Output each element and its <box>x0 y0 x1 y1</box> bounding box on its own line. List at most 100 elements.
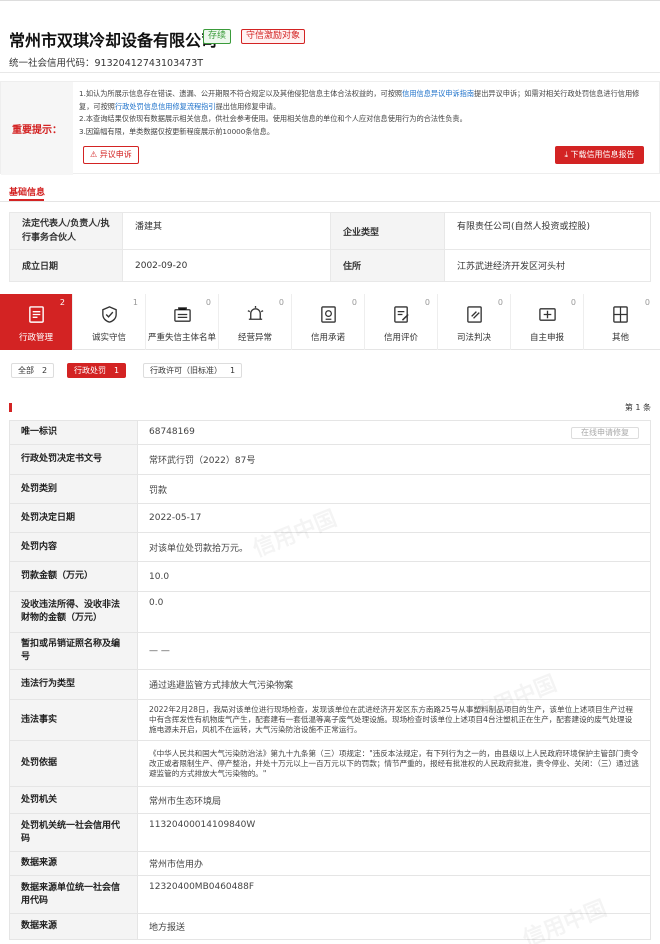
company-type-label: 企业类型 <box>330 212 445 250</box>
row-value: 地方报送 <box>137 913 651 940</box>
row-label: 处罚内容 <box>9 532 138 562</box>
notice-line-1: 1.如认为所展示信息存在错误、遗漏、公开期限不符合规定以及其他侵犯信息主体合法权… <box>79 88 653 113</box>
row-label: 数据来源单位统一社会信用代码 <box>9 875 138 914</box>
appeal-guide-link[interactable]: 信用信息异议申诉指南 <box>402 89 474 98</box>
appeal-button-label: 异议申诉 <box>99 150 132 159</box>
row-label: 行政处罚决定书文号 <box>9 444 138 475</box>
filter-count: 2 <box>42 366 48 375</box>
tab-declare[interactable]: 0 自主申报 <box>511 294 584 350</box>
record-count: 第 1 条 <box>624 403 651 412</box>
tab-judgement[interactable]: 0 司法判决 <box>438 294 511 350</box>
address-value: 江苏武进经济开发区河头村 <box>444 249 651 282</box>
filter-license[interactable]: 行政许可（旧标准） 1 <box>143 363 243 378</box>
notice-line-3: 3.因篇幅有限，单类数据仅按更新程度展示前10000条信息。 <box>79 126 275 136</box>
row-value: 《中华人民共和国大气污染防治法》第九十九条第（三）项规定："违反本法规定，有下列… <box>137 740 651 787</box>
appeal-button[interactable]: ⚠ 异议申诉 <box>83 146 139 164</box>
tab-other[interactable]: 0 其他 <box>584 294 657 350</box>
alarm-icon <box>247 305 264 320</box>
tab-label: 经营异常 <box>237 333 272 343</box>
repair-guide-link[interactable]: 行政处罚信息信用修复流程指引 <box>115 102 216 111</box>
tab-abnormal[interactable]: 0 经营异常 <box>219 294 292 350</box>
row-label: 没收违法所得、没收非法财物的金额（万元） <box>9 591 138 633</box>
incentive-badge[interactable]: 守信激励对象 <box>241 29 306 44</box>
download-button-label: 下载信用信息报告 <box>570 150 635 159</box>
tab-label: 其他 <box>611 333 629 343</box>
declare-icon <box>539 308 556 321</box>
row-value: 常州市信用办 <box>137 851 651 876</box>
table-row: 数据来源单位统一社会信用代码 12320400MB0460488F <box>9 875 651 914</box>
appeal-icon: ⚠ <box>90 150 100 159</box>
tab-count: 0 <box>644 298 650 307</box>
blacklist-icon <box>174 307 191 322</box>
other-icon <box>613 306 628 323</box>
filter-count: 1 <box>230 366 236 375</box>
row-label: 违法事实 <box>9 699 138 741</box>
row-value: 12320400MB0460488F <box>137 875 651 914</box>
row-label: 数据来源 <box>9 851 138 876</box>
tab-label: 行政管理 <box>18 333 53 343</box>
tab-label: 信用承诺 <box>310 333 345 343</box>
tab-honesty[interactable]: 1 诚实守信 <box>73 294 146 350</box>
row-label: 处罚类别 <box>9 474 138 504</box>
tab-blacklist[interactable]: 0 严重失信主体名单 <box>146 294 219 350</box>
tab-evaluation[interactable]: 0 信用评价 <box>365 294 438 350</box>
table-row: 处罚机关 常州市生态环境局 <box>9 786 651 814</box>
row-label: 处罚决定日期 <box>9 503 138 533</box>
company-type-value: 有限责任公司(自然人投资或控股) <box>444 212 651 250</box>
online-repair-button[interactable]: 在线申请修复 <box>571 426 639 439</box>
table-row: 数据来源 地方报送 <box>9 913 651 940</box>
tab-count: 0 <box>497 298 503 307</box>
tab-count: 0 <box>205 298 211 307</box>
basic-info-table: 法定代表人/负责人/执行事务合伙人 潘建其 企业类型 有限责任公司(自然人投资或… <box>9 212 651 282</box>
established-value: 2002-09-20 <box>122 249 331 282</box>
row-label: 违法行为类型 <box>9 669 138 700</box>
notice-text-part: 提出信用修复申请。 <box>215 101 281 111</box>
tab-label: 信用评价 <box>383 333 418 343</box>
filter-penalty[interactable]: 行政处罚 1 <box>67 363 127 378</box>
evaluation-icon <box>394 306 409 323</box>
row-value: 罚款 <box>137 474 651 504</box>
table-row: 罚款金额（万元） 10.0 <box>9 561 651 592</box>
legal-rep-label: 法定代表人/负责人/执行事务合伙人 <box>9 212 123 250</box>
row-value: 10.0 <box>137 561 651 592</box>
row-value: 常州市生态环境局 <box>137 786 651 814</box>
filter-label: 全部 <box>18 366 34 375</box>
row-value: 68748169 在线申请修复 <box>137 420 651 445</box>
row-label: 罚款金额（万元） <box>9 561 138 592</box>
commitment-icon <box>321 306 336 323</box>
section-title-basic: 基础信息 <box>9 188 46 198</box>
table-row: 处罚内容 对该单位处罚款拾万元。 <box>9 532 651 562</box>
row-value: 通过逃避监管方式排放大气污染物案 <box>137 669 651 700</box>
notice-line-2: 2.本查询结果仅依现有数据展示相关信息，供社会参考使用。使用相关信息的单位和个人… <box>79 114 467 123</box>
notice-text-part: 1.如认为所展示信息存在错误、遗漏、公开期限不符合规定以及其他侵犯信息主体合法权… <box>79 89 403 98</box>
table-row: 处罚机关统一社会信用代码 11320400014109840W <box>9 813 651 852</box>
record-marker <box>9 403 12 412</box>
tab-label: 严重失信主体名单 <box>147 333 216 343</box>
row-value: — — <box>137 632 651 670</box>
tab-count: 0 <box>424 298 430 307</box>
row-value: 2022-05-17 <box>137 503 651 533</box>
tab-count: 1 <box>132 298 138 307</box>
download-report-button[interactable]: ⤓ 下载信用信息报告 <box>555 146 644 164</box>
notice-label: 重要提示： <box>1 82 73 175</box>
filter-label: 行政处罚 <box>74 366 106 375</box>
row-value: 0.0 <box>137 591 651 633</box>
divider <box>0 201 660 202</box>
table-row: 违法事实 2022年2月28日，我局对该单位进行现场检查，发现该单位在武进经济开发… <box>9 699 651 741</box>
tab-count: 2 <box>59 298 65 307</box>
tab-count: 0 <box>278 298 284 307</box>
row-value: 2022年2月28日，我局对该单位进行现场检查，发现该单位在武进经济开发区东方南… <box>137 699 651 741</box>
table-row: 暂扣或吊销证照名称及编号 — — <box>9 632 651 670</box>
judgement-icon <box>467 306 482 323</box>
filter-all[interactable]: 全部 2 <box>11 363 55 378</box>
row-value: 对该单位处罚款拾万元。 <box>137 532 651 562</box>
table-row: 没收违法所得、没收非法财物的金额（万元） 0.0 <box>9 591 651 633</box>
table-row: 行政处罚决定书文号 常环武行罚（2022）87号 <box>9 444 651 475</box>
tab-label: 诚实守信 <box>91 333 126 343</box>
penalty-detail-table: 唯一标识 68748169 在线申请修复 行政处罚决定书文号 常环武行罚（2022）8… <box>9 420 651 940</box>
table-row: 唯一标识 68748169 在线申请修复 <box>9 420 651 445</box>
tab-admin[interactable]: 2 行政管理 <box>0 294 73 350</box>
tab-commitment[interactable]: 0 信用承诺 <box>292 294 365 350</box>
honesty-icon <box>102 306 117 323</box>
company-header: 常州市双琪冷却设备有限公司 存续 守信激励对象 统一社会信用代码：9132041… <box>0 15 660 73</box>
